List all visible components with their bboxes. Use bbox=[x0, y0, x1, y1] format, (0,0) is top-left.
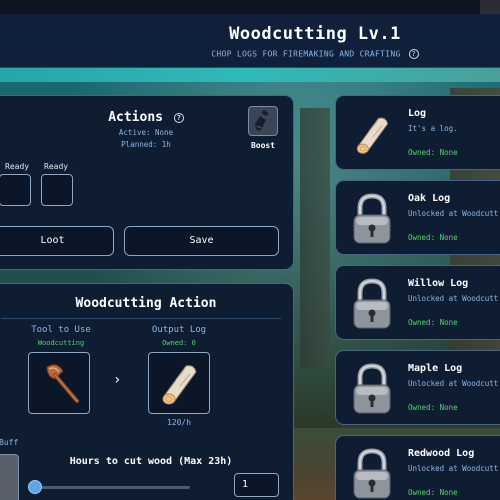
woodcutting-action-title: Woodcutting Action bbox=[75, 296, 217, 311]
log-name: Oak Log bbox=[408, 193, 451, 204]
log-card[interactable]: Log It's a log. Owned: None bbox=[335, 95, 500, 170]
log-name: Willow Log bbox=[408, 278, 469, 289]
locked-icon-frame bbox=[348, 446, 396, 500]
log-owned: Owned: None bbox=[408, 403, 458, 412]
log-description: Unlocked at Woodcutt bbox=[408, 379, 499, 388]
log-name: Maple Log bbox=[408, 363, 463, 374]
top-bar-corner bbox=[480, 0, 500, 14]
boost-button[interactable] bbox=[248, 106, 278, 136]
planned-status: Planned: 1h bbox=[121, 140, 171, 149]
actions-title: Actions ? bbox=[51, 110, 241, 125]
arrow-right-icon: › bbox=[113, 372, 122, 388]
locked-icon-frame bbox=[348, 276, 396, 332]
top-bar bbox=[0, 0, 500, 14]
padlock-icon bbox=[353, 278, 391, 329]
buff-label: Buff bbox=[0, 438, 19, 447]
boost-label: Boost bbox=[250, 141, 276, 150]
buff-slot[interactable] bbox=[0, 454, 19, 500]
log-icon-frame bbox=[348, 106, 396, 162]
locked-icon-frame bbox=[348, 361, 396, 417]
loot-button[interactable]: Loot bbox=[0, 226, 114, 256]
sky-band bbox=[0, 68, 500, 82]
slot-ready-label: Ready bbox=[44, 162, 69, 171]
log-card[interactable]: Redwood Log Unlocked at Woodcutt Owned: No… bbox=[335, 435, 500, 500]
action-slot[interactable] bbox=[41, 174, 73, 206]
page-subtitle: CHOP LOGS FOR FIREMAKING AND CRAFTING ? bbox=[180, 49, 450, 59]
tool-slot[interactable] bbox=[28, 352, 90, 414]
slot-ready-label: Ready bbox=[5, 162, 30, 171]
page-header: Woodcutting Lv.1 CHOP LOGS FOR FIREMAKIN… bbox=[0, 14, 500, 68]
divider bbox=[1, 318, 281, 319]
padlock-icon bbox=[353, 193, 391, 244]
page-title: Woodcutting Lv.1 bbox=[229, 24, 401, 44]
action-slot[interactable] bbox=[0, 174, 31, 206]
tool-label: Tool to Use bbox=[31, 325, 91, 335]
output-label: Output Log bbox=[151, 325, 207, 335]
log-card[interactable]: Maple Log Unlocked at Woodcutt Owned: None bbox=[335, 350, 500, 425]
log-owned: Owned: None bbox=[408, 318, 458, 327]
subtitle-text: CHOP LOGS FOR FIREMAKING AND CRAFTING bbox=[211, 49, 401, 59]
padlock-icon bbox=[353, 363, 391, 414]
axe-icon bbox=[46, 364, 79, 403]
log-description: Unlocked at Woodcutt bbox=[408, 294, 499, 303]
help-icon[interactable]: ? bbox=[408, 49, 419, 59]
tree-trunk bbox=[300, 108, 330, 368]
production-rate: 120/h bbox=[166, 418, 192, 427]
log-description: Unlocked at Woodcutt bbox=[408, 209, 499, 218]
log-owned: Owned: None bbox=[408, 148, 458, 157]
log-card[interactable]: Willow Log Unlocked at Woodcutt Owned: Non… bbox=[335, 265, 500, 340]
hours-slider-track[interactable] bbox=[35, 486, 190, 489]
log-icon bbox=[162, 365, 197, 405]
top-tab bbox=[0, 0, 480, 14]
log-name: Log bbox=[408, 108, 427, 119]
hours-label: Hours to cut wood (Max 23h) bbox=[69, 456, 233, 467]
log-card[interactable]: Oak Log Unlocked at Woodcutt Owned: None bbox=[335, 180, 500, 255]
actions-panel: Actions ? Active: None Planned: 1h Boost… bbox=[0, 95, 294, 270]
tool-skill: Woodcutting bbox=[37, 339, 85, 347]
log-description: Unlocked at Woodcutt bbox=[408, 464, 499, 473]
actions-title-text: Actions bbox=[108, 110, 163, 125]
save-button[interactable]: Save bbox=[124, 226, 279, 256]
output-owned: Owned: 0 bbox=[162, 339, 196, 347]
log-description: It's a log. bbox=[408, 124, 458, 133]
woodcutting-action-panel: Woodcutting Action Tool to Use Woodcutti… bbox=[0, 283, 294, 500]
output-slot[interactable] bbox=[148, 352, 210, 414]
log-icon bbox=[356, 117, 389, 154]
locked-icon-frame bbox=[348, 191, 396, 247]
log-owned: Owned: None bbox=[408, 233, 458, 242]
padlock-icon bbox=[353, 448, 391, 499]
active-status: Active: None bbox=[118, 128, 174, 137]
potion-icon bbox=[255, 110, 269, 131]
log-owned: Owned: None bbox=[408, 488, 458, 497]
hours-slider-handle[interactable] bbox=[28, 480, 42, 494]
help-icon[interactable]: ? bbox=[173, 112, 184, 123]
hours-input[interactable]: 1 bbox=[234, 473, 279, 497]
log-name: Redwood Log bbox=[408, 448, 475, 459]
